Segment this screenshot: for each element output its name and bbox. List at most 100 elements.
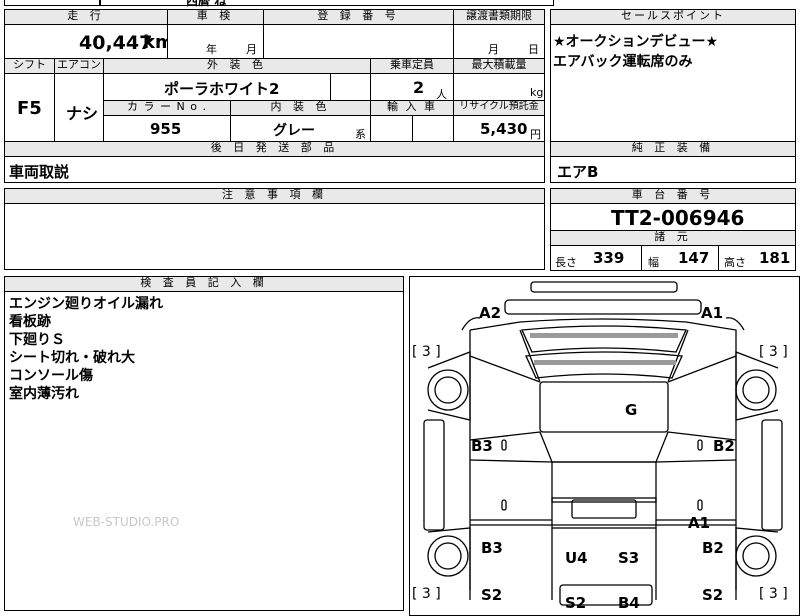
max-load-unit: kg bbox=[530, 86, 544, 99]
transfer-month: 月 bbox=[488, 43, 499, 56]
mark-s2-center: S2 bbox=[565, 594, 586, 612]
car-diagram-box: A2 A1 G B3 B2 A1 B3 U4 S3 B2 S2 S2 S2 B4… bbox=[409, 276, 800, 616]
exterior-color-value: ポーラホワイト2 bbox=[164, 80, 280, 98]
mark-u4: U4 bbox=[565, 549, 588, 567]
color-no-value: 955 bbox=[150, 120, 182, 138]
sales-point-2: エアバック運転席のみ bbox=[553, 54, 693, 70]
width-cell: 幅 147 bbox=[641, 245, 719, 271]
windshield bbox=[521, 325, 687, 353]
shift-header: シフト bbox=[4, 58, 55, 74]
registration-cell bbox=[263, 24, 454, 59]
capacity-cell: 2 人 bbox=[370, 73, 454, 101]
mark-b2-lower: B2 bbox=[702, 539, 724, 557]
exterior-color-cell: ポーラホワイト2 bbox=[103, 73, 331, 101]
wheel-rear-right bbox=[735, 535, 777, 577]
capacity-value: 2 bbox=[413, 78, 425, 97]
mileage-value: 40,447 bbox=[79, 32, 153, 54]
mark-a1-lower: A1 bbox=[688, 514, 710, 532]
interior-color-value: グレー bbox=[273, 123, 315, 139]
wheel-rear-left bbox=[427, 535, 469, 577]
mark-a1-top: A1 bbox=[701, 304, 723, 322]
length-value: 339 bbox=[593, 249, 625, 267]
chassis-value: TT2-006946 bbox=[611, 206, 745, 230]
color-no-cell: 955 bbox=[103, 115, 231, 142]
max-load-cell: kg bbox=[453, 73, 545, 101]
length-label: 長さ bbox=[555, 256, 577, 269]
sales-point-box: ★オークションデビュー★ エアバック運転席のみ bbox=[550, 24, 796, 142]
mark-b4: B4 bbox=[618, 594, 640, 612]
top-partial-row bbox=[4, 0, 100, 6]
wheel-front-left bbox=[427, 369, 469, 411]
transfer-day: 日 bbox=[528, 43, 539, 56]
genuine-equipment-cell: エアB bbox=[550, 156, 796, 183]
aircon-value: ナシ bbox=[66, 104, 99, 123]
mileage-cell: 40,447 km bbox=[4, 24, 174, 59]
height-cell: 高さ 181 bbox=[718, 245, 796, 271]
top-partial-row bbox=[100, 0, 554, 6]
later-parts-cell: 車両取説 bbox=[4, 156, 545, 183]
inspector-note: 下廻りＳ bbox=[9, 332, 65, 348]
top-partial-text: 西暦 ね bbox=[186, 0, 227, 8]
shaken-cell: 年 月 bbox=[167, 24, 264, 59]
recycle-unit: 円 bbox=[530, 128, 541, 141]
later-parts-header: 後 日 発 送 部 品 bbox=[4, 141, 545, 157]
inspector-note: エンジン廻りオイル漏れ bbox=[9, 296, 163, 312]
import-header: 輸 入 車 bbox=[370, 100, 454, 116]
inspector-cell: エンジン廻りオイル漏れ 看板跡 下廻りＳ シート切れ・破れ大 コンソール傷 室内… bbox=[4, 291, 404, 611]
tire-front-right: [ 3 ] bbox=[759, 344, 788, 360]
transfer-deadline-cell: 月 日 bbox=[453, 24, 545, 59]
mark-g: G bbox=[625, 401, 637, 419]
width-value: 147 bbox=[678, 249, 710, 267]
watermark: WEB-STUDIO.PRO bbox=[73, 515, 180, 529]
inspector-note: シート切れ・破れ大 bbox=[9, 350, 135, 366]
height-value: 181 bbox=[759, 249, 791, 267]
mark-s2-left: S2 bbox=[481, 586, 502, 604]
inspector-note: 室内薄汚れ bbox=[9, 386, 79, 402]
interior-color-suffix: 系 bbox=[355, 128, 366, 141]
wheel-front-right bbox=[735, 369, 777, 411]
specs-header: 諸 元 bbox=[550, 230, 796, 246]
inspector-header: 検 査 員 記 入 欄 bbox=[4, 276, 404, 292]
mark-b2-upper: B2 bbox=[713, 437, 735, 455]
width-label: 幅 bbox=[648, 256, 659, 269]
chassis-header: 車 台 番 号 bbox=[550, 188, 796, 204]
exterior-color-extra-cell bbox=[330, 73, 371, 101]
shaken-month: 月 bbox=[246, 43, 257, 56]
mark-b3-lower: B3 bbox=[481, 539, 503, 557]
aircon-header: エアコン bbox=[54, 58, 104, 74]
recycle-header: リサイクル預託金 bbox=[453, 100, 545, 116]
capacity-header: 乗車定員 bbox=[370, 58, 454, 74]
tire-front-left: [ 3 ] bbox=[412, 344, 441, 360]
shift-cell: F5 bbox=[4, 73, 55, 142]
front-bumper bbox=[530, 281, 678, 293]
mark-s2-right: S2 bbox=[702, 586, 723, 604]
length-cell: 長さ 339 bbox=[550, 245, 642, 271]
aircon-cell: ナシ bbox=[54, 73, 104, 142]
roof-panel bbox=[539, 381, 669, 433]
inspector-note: コンソール傷 bbox=[9, 368, 93, 384]
inspector-note: 看板跡 bbox=[9, 314, 51, 330]
sales-point-header: セールスポイント bbox=[550, 9, 796, 25]
mileage-header: 走 行 bbox=[4, 9, 168, 25]
chassis-cell: TT2-006946 bbox=[550, 203, 796, 231]
registration-header: 登 録 番 号 bbox=[263, 9, 454, 25]
notes-header: 注 意 事 項 欄 bbox=[4, 188, 545, 204]
notes-cell bbox=[4, 203, 545, 270]
shaken-year: 年 bbox=[206, 43, 217, 56]
roof-rear bbox=[551, 461, 657, 503]
import-cell bbox=[370, 115, 413, 142]
color-no-header: カ ラ ー N o . bbox=[103, 100, 231, 116]
shaken-header: 車 検 bbox=[167, 9, 264, 25]
recycle-value: 5,430 bbox=[480, 120, 528, 138]
mark-b3-upper: B3 bbox=[471, 437, 493, 455]
interior-color-cell: グレー 系 bbox=[230, 115, 371, 142]
left-side-step bbox=[423, 419, 445, 531]
front-grille bbox=[504, 299, 702, 315]
shift-value: F5 bbox=[17, 98, 42, 119]
recycle-cell: 5,430 円 bbox=[453, 115, 545, 142]
genuine-equipment-value: エアB bbox=[557, 163, 599, 181]
interior-color-header: 内 装 色 bbox=[230, 100, 371, 116]
import-cell-2 bbox=[412, 115, 454, 142]
genuine-equipment-header: 純 正 装 備 bbox=[550, 141, 796, 157]
transfer-deadline-header: 譲渡書類期限 bbox=[453, 9, 545, 25]
